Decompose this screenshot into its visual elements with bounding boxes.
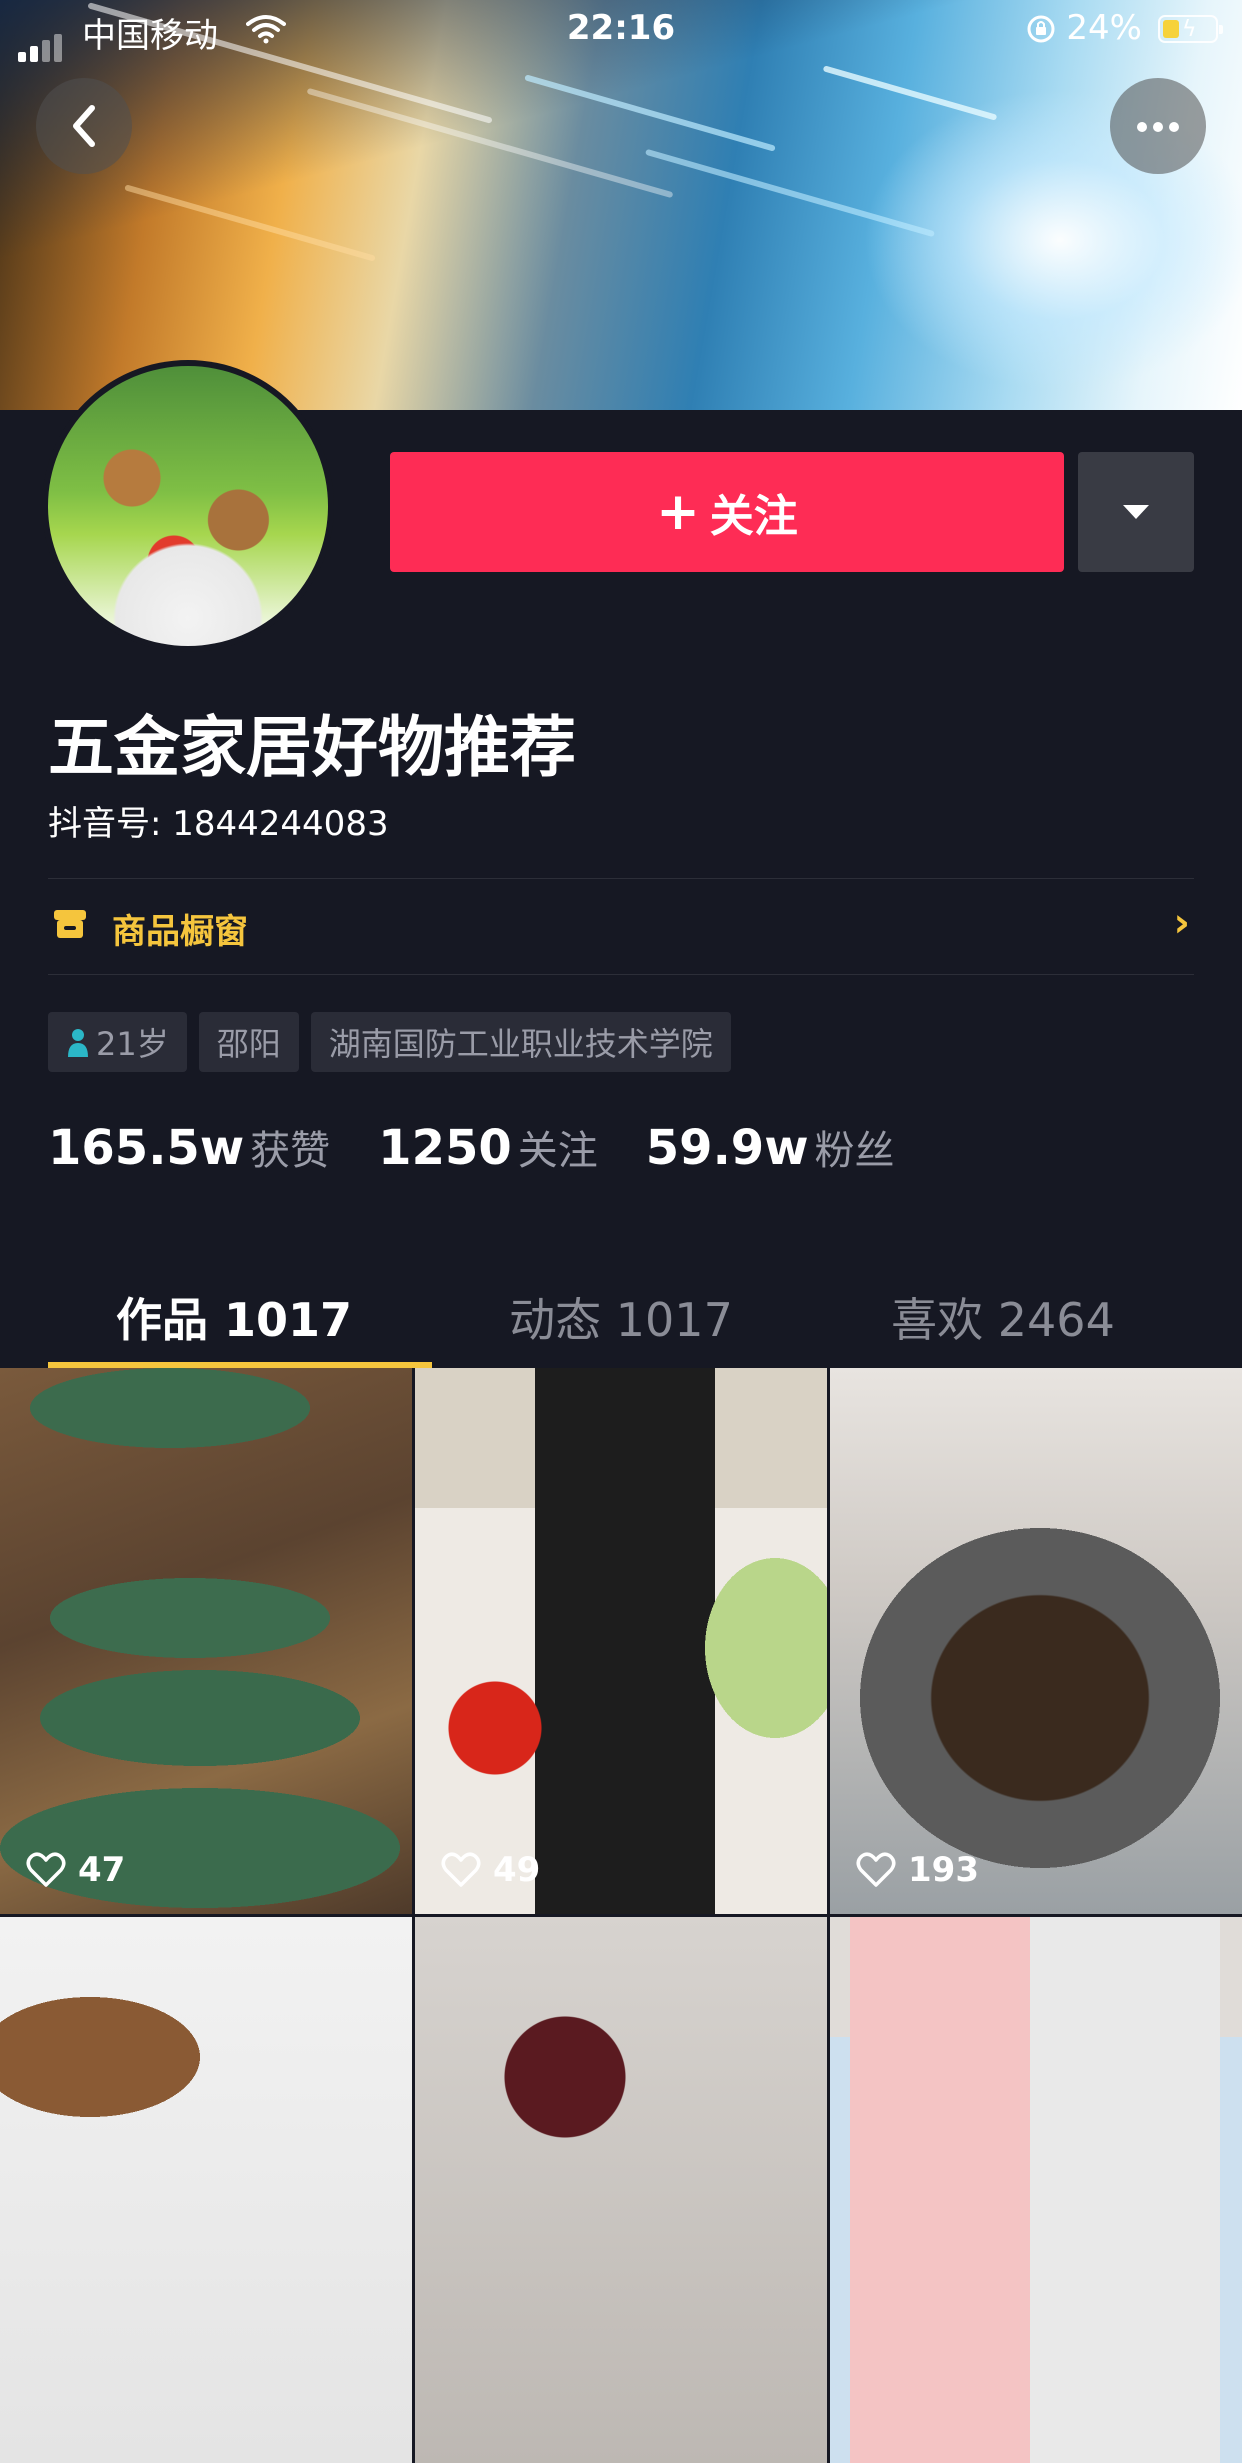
stat-followers-label: 粉丝: [814, 1128, 895, 1174]
profile-banner: [0, 0, 1242, 410]
video-thumbnail[interactable]: [0, 1917, 412, 2463]
video-thumbnail[interactable]: 49: [415, 1368, 827, 1914]
stat-likes-label: 获赞: [250, 1128, 331, 1174]
like-count: 193: [856, 1850, 979, 1890]
stat-likes-value: 165.5w: [48, 1120, 245, 1176]
tag-age-label: 21岁: [96, 1025, 169, 1063]
back-icon: [73, 105, 95, 147]
video-grid: 47 49 193: [0, 1368, 1242, 2463]
banner-streak: [644, 148, 936, 238]
heart-icon: [856, 1852, 896, 1887]
battery-icon: ϟ: [1158, 15, 1223, 43]
tag-school: 湖南国防工业职业技术学院: [310, 1012, 731, 1072]
video-thumbnail[interactable]: 193: [830, 1368, 1242, 1914]
tag-age: 21岁: [48, 1012, 187, 1072]
stat-following-value: 1250: [378, 1120, 512, 1176]
banner-streak: [524, 74, 776, 152]
like-count-value: 193: [908, 1850, 979, 1890]
profile-name: 五金家居好物推荐: [48, 709, 576, 786]
video-thumbnail[interactable]: [830, 1917, 1242, 2463]
stat-following-label: 关注: [517, 1128, 598, 1174]
douyin-id: 抖音号: 1844244083: [48, 804, 389, 844]
tab-dynamics[interactable]: 动态 1017: [414, 1284, 828, 1350]
status-bar: 中国移动 22:16 24% ϟ: [0, 0, 1242, 62]
divider: [48, 974, 1194, 975]
like-count-value: 47: [78, 1850, 126, 1890]
stat-following[interactable]: 1250 关注: [378, 1118, 598, 1176]
tag-location-label: 邵阳: [216, 1025, 281, 1063]
person-icon: [68, 1029, 88, 1057]
dropdown-icon: [1123, 505, 1149, 519]
heart-icon: [26, 1852, 66, 1887]
tab-works[interactable]: 作品 1017: [34, 1284, 434, 1350]
shop-icon: [54, 910, 86, 938]
content-tabs: 作品 1017 动态 1017 喜欢 2464: [0, 1270, 1242, 1370]
stat-followers[interactable]: 59.9w 粉丝: [646, 1118, 895, 1176]
back-button[interactable]: [36, 78, 132, 174]
more-icon: [1134, 117, 1182, 136]
follow-button[interactable]: + 关注: [390, 452, 1064, 572]
divider: [48, 878, 1194, 879]
more-button[interactable]: [1110, 78, 1206, 174]
video-thumbnail[interactable]: [415, 1917, 827, 2463]
profile-stats: 165.5w 获赞 1250 关注 59.9w 粉丝: [48, 1118, 943, 1176]
avatar[interactable]: [42, 360, 334, 652]
tab-likes[interactable]: 喜欢 2464: [796, 1284, 1210, 1350]
tag-school-label: 湖南国防工业职业技术学院: [328, 1025, 713, 1063]
follow-label: 关注: [709, 491, 798, 542]
shop-window-label: 商品橱窗: [112, 912, 248, 952]
tag-location: 邵阳: [198, 1012, 299, 1072]
plus-icon: +: [656, 482, 700, 542]
rotation-lock-icon: [1027, 15, 1055, 43]
chevron-right-icon: ›: [1173, 900, 1190, 946]
banner-streak: [124, 184, 376, 262]
profile-tags: 21岁 邵阳 湖南国防工业职业技术学院: [48, 1012, 731, 1072]
battery-percentage: 24%: [1066, 8, 1142, 48]
avatar-image: [48, 366, 328, 646]
heart-icon: [441, 1852, 481, 1887]
shop-window-row[interactable]: 商品橱窗 ›: [48, 880, 1194, 974]
video-thumbnail[interactable]: 47: [0, 1368, 412, 1914]
like-count: 47: [26, 1850, 125, 1890]
stat-followers-value: 59.9w: [645, 1120, 809, 1176]
recommend-dropdown-button[interactable]: [1078, 452, 1194, 572]
stat-likes: 165.5w 获赞: [48, 1118, 330, 1176]
like-count-value: 49: [493, 1850, 541, 1890]
like-count: 49: [441, 1850, 540, 1890]
banner-streak: [822, 65, 998, 121]
